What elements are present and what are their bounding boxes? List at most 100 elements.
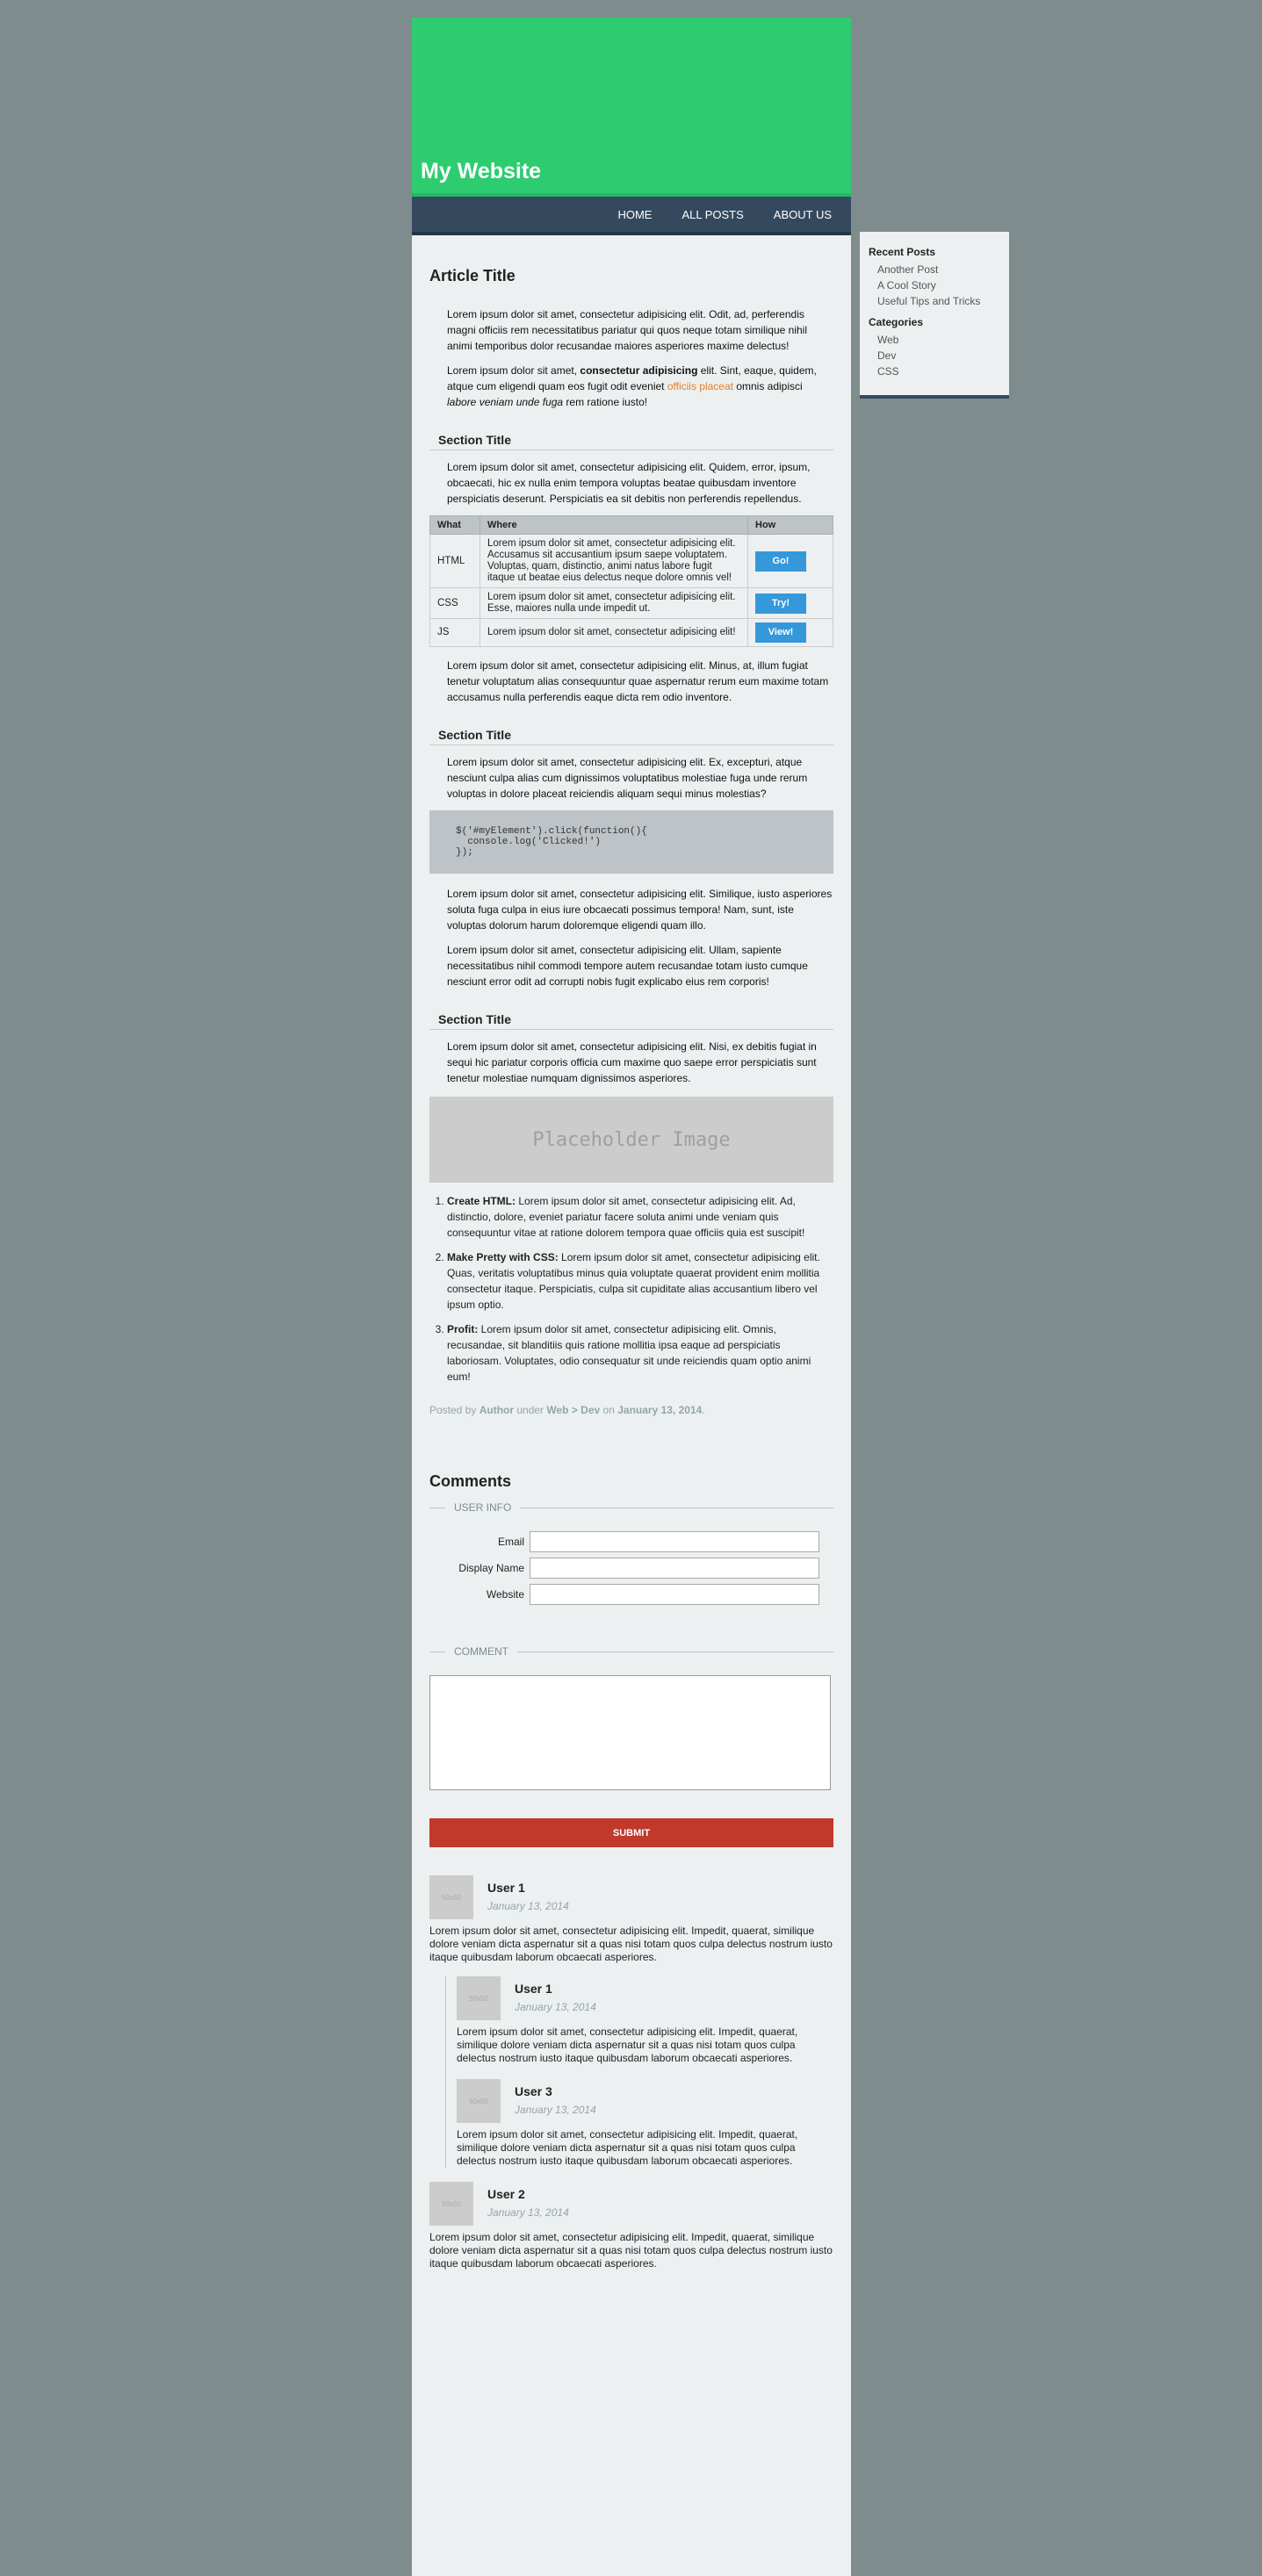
- steps-list: Create HTML: Lorem ipsum dolor sit amet,…: [429, 1193, 833, 1385]
- website-field[interactable]: [530, 1584, 819, 1605]
- comment-author: User 2: [487, 2187, 525, 2201]
- meta-category[interactable]: Web > Dev: [546, 1404, 600, 1416]
- section1-paragraph-1: Lorem ipsum dolor sit amet, consectetur …: [447, 461, 811, 505]
- comment-date: January 13, 2014: [515, 2001, 596, 2013]
- sidebar-item-recent[interactable]: Another Post: [877, 263, 1000, 276]
- divider: [520, 1507, 833, 1508]
- display-name-row: Display Name: [429, 1558, 833, 1579]
- text-run: Lorem ipsum dolor sit amet,: [447, 364, 581, 377]
- comment-date: January 13, 2014: [487, 1900, 569, 1912]
- text-run: rem ratione iusto!: [563, 396, 648, 408]
- comment-text: Lorem ipsum dolor sit amet, consectetur …: [457, 2026, 798, 2064]
- comment: 50x50 User 1 January 13, 2014 Lorem ipsu…: [429, 1875, 833, 2168]
- comment-author-block: User 1 January 13, 2014: [515, 1976, 596, 2013]
- comment-header: 50x50 User 3 January 13, 2014: [457, 2079, 833, 2123]
- recent-posts-title: Recent Posts: [869, 246, 936, 258]
- avatar: 50x50: [429, 1875, 473, 1919]
- meta-author[interactable]: Author: [480, 1404, 514, 1416]
- comments-title: Comments: [429, 1472, 512, 1490]
- categories-title: Categories: [869, 316, 924, 328]
- email-label: Email: [497, 1536, 524, 1548]
- cell-what: JS: [429, 618, 480, 647]
- table-row: CSS Lorem ipsum dolor sit amet, consecte…: [429, 587, 833, 619]
- submit-button[interactable]: SUBMIT: [429, 1818, 833, 1847]
- step-label: Create HTML:: [447, 1195, 516, 1207]
- list-item: Create HTML: Lorem ipsum dolor sit amet,…: [447, 1193, 833, 1241]
- page-container: My Website HOME ALL POSTS ABOUT US Artic…: [412, 18, 851, 2576]
- table-row: HTML Lorem ipsum dolor sit amet, consect…: [429, 534, 833, 588]
- placeholder-image: Placeholder Image: [429, 1097, 833, 1183]
- avatar: 50x50: [429, 2182, 473, 2226]
- meta-text: .: [702, 1404, 705, 1416]
- comment-header: 50x50 User 2 January 13, 2014: [429, 2182, 833, 2226]
- col-header-where: Where: [480, 515, 748, 535]
- col-header-how: How: [747, 515, 833, 535]
- comment: 50x50 User 1 January 13, 2014 Lorem ipsu…: [457, 1976, 833, 2065]
- table-row: JS Lorem ipsum dolor sit amet, consectet…: [429, 618, 833, 647]
- bold-text: consectetur adipisicing: [580, 364, 698, 377]
- cell-how: Try!: [747, 587, 833, 619]
- comment-author: User 1: [515, 1982, 552, 1996]
- section1-paragraph-2: Lorem ipsum dolor sit amet, consectetur …: [447, 659, 829, 703]
- cell-where: Lorem ipsum dolor sit amet, consectetur …: [480, 618, 748, 647]
- section2-paragraph-2: Lorem ipsum dolor sit amet, consectetur …: [447, 888, 833, 932]
- comment-date: January 13, 2014: [487, 2206, 569, 2219]
- meta-text: Posted by: [429, 1404, 480, 1416]
- comment: 50x50 User 2 January 13, 2014 Lorem ipsu…: [429, 2182, 833, 2270]
- comment-text: Lorem ipsum dolor sit amet, consectetur …: [457, 2128, 798, 2167]
- divider: [517, 1651, 833, 1652]
- sidebar-item-recent[interactable]: Useful Tips and Tricks: [877, 295, 1000, 307]
- section-title-3: Section Title: [429, 1012, 833, 1030]
- display-name-label: Display Name: [458, 1562, 524, 1574]
- sidebar-item-category[interactable]: Dev: [877, 349, 1000, 362]
- intro-paragraph-1: Lorem ipsum dolor sit amet, consectetur …: [447, 308, 807, 352]
- step-text: Lorem ipsum dolor sit amet, consectetur …: [447, 1323, 811, 1383]
- list-item: Profit: Lorem ipsum dolor sit amet, cons…: [447, 1321, 833, 1385]
- table-header-row: What Where How: [429, 515, 833, 535]
- go-button[interactable]: Go!: [755, 550, 806, 572]
- post-meta: Posted by Author under Web > Dev on Janu…: [429, 1404, 833, 1416]
- site-title[interactable]: My Website: [421, 159, 541, 184]
- email-field[interactable]: [530, 1531, 819, 1552]
- cell-how: View!: [747, 618, 833, 647]
- avatar: 50x50: [457, 1976, 501, 2020]
- nav-about-us[interactable]: ABOUT US: [774, 208, 832, 221]
- recent-posts-list: Another Post A Cool Story Useful Tips an…: [869, 263, 1000, 307]
- comment-textarea[interactable]: [429, 1675, 831, 1790]
- step-label: Profit:: [447, 1323, 479, 1335]
- website-row: Website: [429, 1584, 833, 1605]
- comment-replies: 50x50 User 1 January 13, 2014 Lorem ipsu…: [445, 1976, 833, 2168]
- nav-home[interactable]: HOME: [617, 208, 652, 221]
- cell-how: Go!: [747, 534, 833, 588]
- section3-paragraph-1: Lorem ipsum dolor sit amet, consectetur …: [447, 1040, 817, 1084]
- comment-legend: COMMENT: [429, 1645, 833, 1658]
- comment-header: 50x50 User 1 January 13, 2014: [457, 1976, 833, 2020]
- meta-text: on: [600, 1404, 618, 1416]
- cell-what: HTML: [429, 534, 480, 588]
- text-run: omnis adipisci: [732, 380, 803, 392]
- sidebar-item-category[interactable]: Web: [877, 334, 1000, 346]
- italic-text: labore veniam unde fuga: [447, 396, 564, 408]
- section-title-1: Section Title: [429, 433, 833, 450]
- meta-date: January 13, 2014: [617, 1404, 703, 1416]
- cell-where: Lorem ipsum dolor sit amet, consectetur …: [480, 587, 748, 619]
- section2-paragraph-3: Lorem ipsum dolor sit amet, consectetur …: [447, 944, 808, 988]
- sidebar: Recent Posts Another Post A Cool Story U…: [860, 232, 1009, 399]
- comment: 50x50 User 3 January 13, 2014 Lorem ipsu…: [457, 2079, 833, 2168]
- sidebar-item-recent[interactable]: A Cool Story: [877, 279, 1000, 291]
- comment-author-block: User 1 January 13, 2014: [487, 1875, 569, 1912]
- categories-list: Web Dev CSS: [869, 334, 1000, 378]
- comment-date: January 13, 2014: [515, 2104, 596, 2116]
- nav-all-posts[interactable]: ALL POSTS: [681, 208, 743, 221]
- try-button[interactable]: Try!: [755, 593, 806, 614]
- inline-link[interactable]: officiis placeat: [667, 380, 733, 392]
- view-button[interactable]: View!: [755, 622, 806, 643]
- legend-label: COMMENT: [454, 1645, 508, 1658]
- code-block: $('#myElement').click(function(){ consol…: [429, 810, 833, 874]
- info-table: What Where How HTML Lorem ipsum dolor si…: [429, 515, 833, 647]
- comment-author: User 3: [515, 2084, 552, 2098]
- sidebar-item-category[interactable]: CSS: [877, 365, 1000, 378]
- avatar: 50x50: [457, 2079, 501, 2123]
- display-name-field[interactable]: [530, 1558, 819, 1579]
